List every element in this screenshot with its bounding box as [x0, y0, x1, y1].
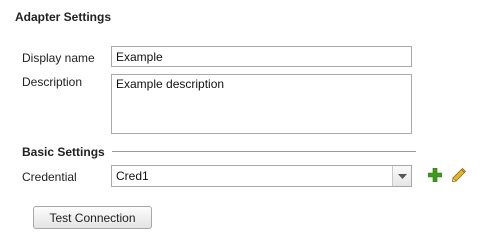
test-connection-label: Test Connection	[49, 210, 136, 225]
description-label: Description	[22, 75, 83, 89]
credential-selected-value: Cred1	[116, 169, 149, 183]
credential-label: Credential	[22, 170, 77, 184]
display-name-field[interactable]	[111, 46, 412, 67]
test-connection-button[interactable]: Test Connection	[33, 206, 152, 229]
description-field[interactable]: Example description	[111, 74, 412, 134]
display-name-label: Display name	[22, 51, 95, 65]
plus-icon[interactable]	[427, 167, 443, 183]
credential-select[interactable]: Cred1	[111, 165, 412, 187]
basic-settings-heading: Basic Settings	[22, 145, 105, 159]
chevron-down-icon[interactable]	[392, 166, 411, 186]
pencil-icon[interactable]	[450, 167, 467, 183]
adapter-settings-panel: Adapter Settings Display name Descriptio…	[0, 0, 484, 243]
panel-title: Adapter Settings	[15, 10, 112, 24]
section-divider	[112, 151, 416, 152]
